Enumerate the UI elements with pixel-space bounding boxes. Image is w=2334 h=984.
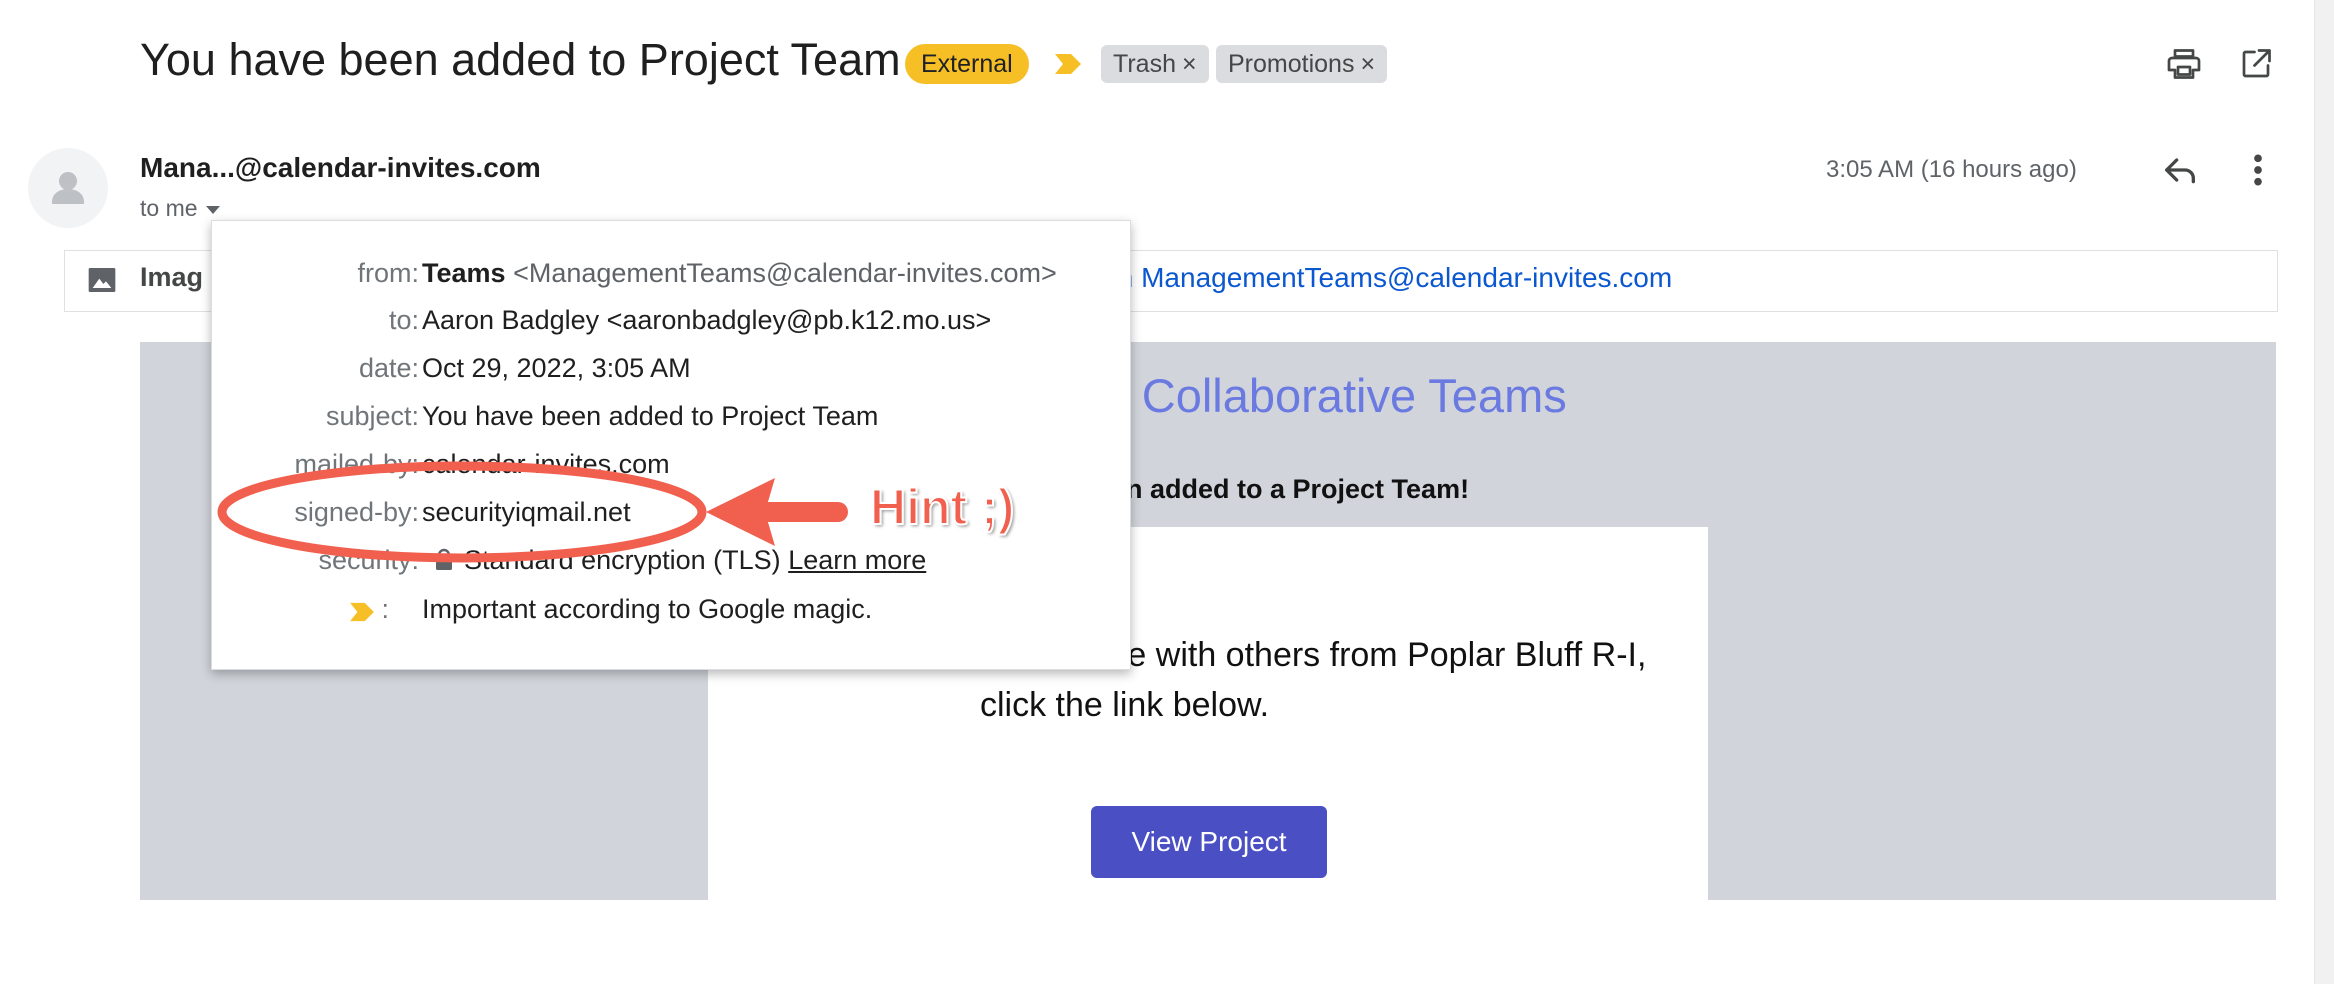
- importance-separator: :: [381, 594, 389, 624]
- importance-value: Important according to Google magic.: [422, 594, 873, 624]
- label-chip-text: Promotions: [1228, 50, 1355, 78]
- signed-by-label: signed-by:: [294, 497, 419, 527]
- email-body-subtitle: n added to a Project Team!: [1126, 474, 1470, 504]
- mailed-by-label: mailed-by:: [294, 449, 419, 479]
- email-body-title: -I Collaborative Teams: [1100, 369, 1567, 422]
- images-banner-text: Imag: [140, 262, 204, 292]
- date-label: date:: [358, 353, 419, 383]
- reply-icon[interactable]: [2160, 150, 2200, 190]
- view-project-button[interactable]: View Project: [1091, 806, 1327, 878]
- security-label: security:: [318, 545, 419, 575]
- remove-label-icon[interactable]: ×: [1360, 50, 1375, 78]
- date-value: Oct 29, 2022, 3:05 AM: [422, 353, 691, 383]
- label-chip-text: Trash: [1113, 50, 1176, 78]
- subject-label: subject:: [325, 401, 419, 431]
- message-details-popup: from: Teams <ManagementTeams@calendar-in…: [211, 220, 1131, 670]
- signed-by-value: securityiqmail.net: [422, 497, 631, 527]
- to-value: Aaron Badgley <aaronbadgley@pb.k12.mo.us…: [422, 305, 992, 335]
- lock-icon: [436, 548, 452, 570]
- to-label: to:: [388, 305, 419, 335]
- mailed-by-value: calendar-invites.com: [422, 449, 670, 479]
- open-in-new-window-icon[interactable]: [2238, 46, 2274, 82]
- label-chip-promotions[interactable]: Promotions ×: [1216, 45, 1388, 83]
- sender-name[interactable]: Mana...@calendar-invites.com: [140, 152, 541, 184]
- security-text: Standard encryption (TLS): [464, 545, 781, 575]
- avatar[interactable]: [28, 148, 108, 228]
- scrollbar[interactable]: [2314, 0, 2334, 984]
- chevron-down-icon[interactable]: [205, 205, 220, 214]
- importance-marker-icon[interactable]: [1053, 52, 1083, 76]
- remove-label-icon[interactable]: ×: [1182, 50, 1197, 78]
- email-subject: You have been added to Project Team: [140, 34, 901, 85]
- timestamp: 3:05 AM (16 hours ago): [1826, 156, 2077, 183]
- printer-icon[interactable]: [2166, 46, 2202, 82]
- learn-more-link[interactable]: Learn more: [788, 545, 926, 575]
- security-value: Standard encryption (TLS) Learn more: [434, 545, 926, 576]
- from-name: Teams: [422, 258, 506, 288]
- from-address: <ManagementTeams@calendar-invites.com>: [513, 258, 1057, 288]
- image-icon: [88, 268, 116, 292]
- show-images-link[interactable]: m ManagementTeams@calendar-invites.com: [1110, 262, 1672, 294]
- label-chip-trash[interactable]: Trash ×: [1101, 45, 1209, 83]
- from-value: Teams <ManagementTeams@calendar-invites.…: [422, 258, 1057, 289]
- external-badge: External: [905, 44, 1029, 84]
- hint-annotation: Hint ;): [869, 478, 1015, 536]
- recipient-summary[interactable]: to me: [140, 195, 220, 222]
- subject-value: You have been added to Project Team: [422, 401, 879, 431]
- to-me-label: to me: [140, 195, 198, 221]
- person-icon: [52, 172, 84, 204]
- more-options-icon[interactable]: [2244, 150, 2272, 190]
- from-label: from:: [357, 258, 419, 288]
